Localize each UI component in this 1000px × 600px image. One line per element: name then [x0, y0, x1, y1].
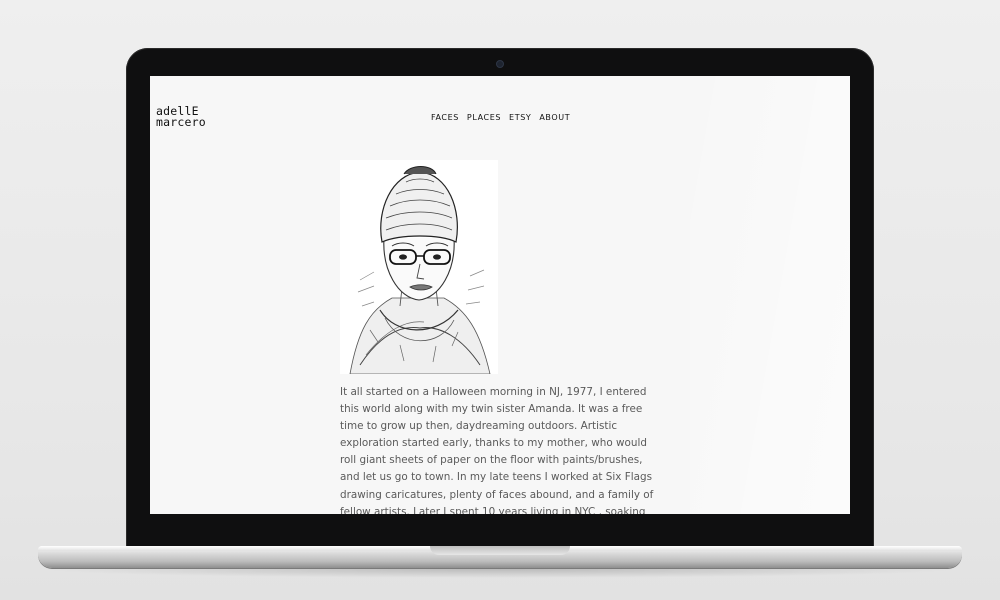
device-mockup: adellE marcero FACES PLACES ETSY ABOUT I… — [0, 0, 1000, 600]
webcam-icon — [496, 60, 504, 68]
website-screen: adellE marcero FACES PLACES ETSY ABOUT I… — [150, 76, 850, 514]
nav-etsy[interactable]: ETSY — [509, 113, 531, 122]
nav-about[interactable]: ABOUT — [539, 113, 570, 122]
laptop-notch — [430, 546, 570, 555]
site-logo[interactable]: adellE marcero — [156, 105, 206, 129]
nav-places[interactable]: PLACES — [467, 113, 501, 122]
self-portrait-image — [340, 160, 498, 375]
screen-glare — [690, 76, 850, 514]
logo-line-2: marcero — [156, 115, 206, 129]
bio-text: It all started on a Halloween morning in… — [340, 386, 654, 514]
portrait-sketch — [340, 160, 498, 375]
main-nav: FACES PLACES ETSY ABOUT — [431, 113, 570, 122]
nav-faces[interactable]: FACES — [431, 113, 459, 122]
